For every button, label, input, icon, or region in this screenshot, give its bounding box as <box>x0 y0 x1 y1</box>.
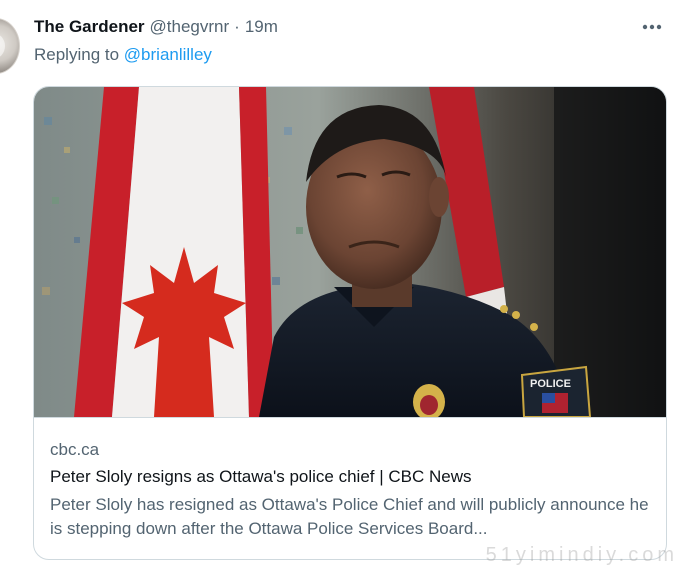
tweet-timestamp[interactable]: 19m <box>245 17 278 37</box>
card-divider <box>34 417 666 418</box>
tweet[interactable]: The Gardener @thegvrnr · 19m Replying to… <box>0 0 682 568</box>
card-title[interactable]: Peter Sloly resigns as Ottawa's police c… <box>50 466 654 488</box>
separator-dot: · <box>234 17 240 36</box>
card-text[interactable]: cbc.ca Peter Sloly resigns as Ottawa's p… <box>50 439 654 541</box>
reply-mention-link[interactable]: @brianlilley <box>124 45 212 64</box>
replying-to-line: Replying to @brianlilley <box>34 45 212 65</box>
tweet-header: The Gardener @thegvrnr · 19m <box>34 16 278 38</box>
replying-to-label: Replying to <box>34 45 120 64</box>
author-handle[interactable]: @thegvrnr <box>150 17 230 37</box>
avatar[interactable] <box>0 18 20 74</box>
author-name[interactable]: The Gardener <box>34 17 145 37</box>
police-shoulder-patch: POLICE <box>520 365 592 417</box>
card-description: Peter Sloly has resigned as Ottawa's Pol… <box>50 495 649 538</box>
canadian-flag-left <box>74 87 274 417</box>
link-preview-card[interactable]: POLICE cbc.ca Peter Sloly resigns as Ott… <box>33 86 667 560</box>
more-horizontal-icon <box>642 24 662 30</box>
card-image: POLICE <box>34 87 666 417</box>
svg-text:POLICE: POLICE <box>530 378 571 390</box>
more-options-button[interactable] <box>640 17 664 37</box>
card-domain: cbc.ca <box>50 440 100 459</box>
